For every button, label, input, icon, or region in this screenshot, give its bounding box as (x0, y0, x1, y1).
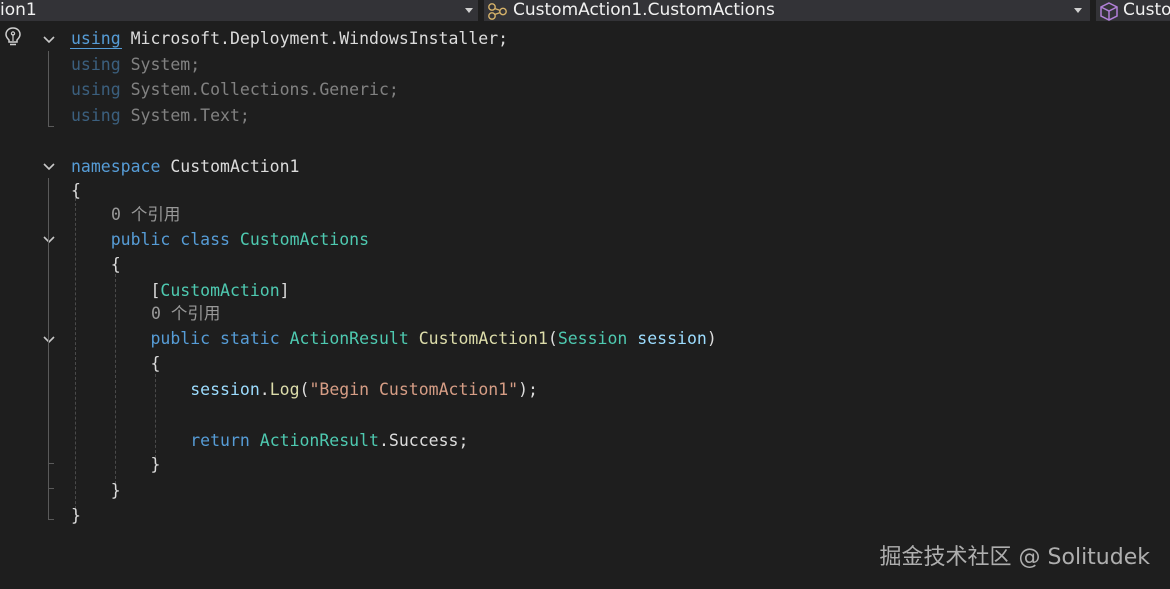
code-line[interactable]: [CustomAction] (71, 280, 290, 302)
watermark: 掘金技术社区 @ Solitudek (879, 545, 1150, 570)
keyword: using (71, 29, 121, 48)
keyword: namespace (71, 157, 161, 176)
outline-guide (48, 126, 54, 127)
return-type: ActionResult (289, 329, 409, 348)
parameter-name: session (637, 329, 707, 348)
variable: session (190, 380, 260, 399)
attribute-name: CustomAction (160, 281, 280, 300)
chevron-down-icon[interactable] (465, 8, 473, 13)
chevron-down-icon[interactable] (1074, 8, 1082, 13)
method-call: Log (269, 380, 300, 399)
code-line[interactable]: } (71, 505, 81, 527)
code-line[interactable]: } (71, 454, 160, 476)
outline-guide (48, 51, 49, 126)
code-line[interactable]: { (71, 254, 121, 276)
namespace-name: System.Collections.Generic; (130, 80, 399, 99)
dot: . (259, 380, 270, 399)
keyword: static (220, 329, 280, 348)
brace: { (150, 354, 161, 373)
code-line[interactable]: { (71, 180, 81, 202)
type-name: ActionResult (259, 431, 379, 450)
outline-guide (48, 350, 49, 463)
code-line[interactable]: using System; (71, 54, 200, 76)
member-access: .Success; (378, 431, 469, 450)
namespace-name: System; (130, 55, 201, 74)
type-combo-label: CustomAction1.CustomActions (513, 0, 775, 20)
outline-guide (48, 519, 54, 520)
code-line[interactable]: namespace CustomAction1 (71, 156, 299, 178)
outline-guide (48, 463, 54, 464)
namespace-name: Microsoft.Deployment.WindowsInstaller; (130, 29, 509, 48)
string-literal: "Begin CustomAction1" (309, 380, 519, 399)
bracket: [ (150, 281, 161, 300)
brace: } (110, 481, 121, 500)
project-combo[interactable]: ion1 (0, 0, 478, 21)
brace: { (71, 181, 81, 200)
navigation-bar: ion1 CustomAction1.CustomActions Custo (0, 0, 1170, 22)
keyword: return (190, 431, 250, 450)
code-line[interactable]: } (71, 480, 121, 502)
keyword: public (150, 329, 211, 348)
codelens-references[interactable]: 0 个引用 (111, 205, 180, 225)
code-line[interactable]: public class CustomActions (71, 229, 369, 251)
bracket: ] (279, 281, 290, 300)
code-editor[interactable]: using Microsoft.Deployment.WindowsInstal… (0, 24, 1170, 589)
keyword: public (110, 230, 171, 249)
code-line[interactable]: session.Log("Begin CustomAction1"); (71, 379, 538, 401)
code-line[interactable]: using System.Collections.Generic; (71, 79, 399, 101)
parameter-type: Session (557, 329, 628, 348)
outline-guide (48, 488, 54, 489)
chevron-down-icon[interactable] (41, 159, 57, 175)
method-name: CustomAction1 (418, 329, 548, 348)
codelens-references[interactable]: 0 个引用 (151, 304, 220, 324)
code-line[interactable]: public static ActionResult CustomAction1… (71, 328, 717, 350)
member-cube-icon (1100, 2, 1118, 21)
brace: { (110, 255, 121, 274)
class-name: CustomActions (239, 230, 370, 249)
code-line[interactable]: return ActionResult.Success; (71, 430, 468, 452)
paren: ) (706, 329, 717, 348)
member-combo-label: Custo (1123, 0, 1170, 20)
code-line[interactable]: using System.Text; (71, 105, 250, 127)
visual-studio-editor-window: ion1 CustomAction1.CustomActions Custo u… (0, 0, 1170, 589)
keyword: class (180, 230, 230, 249)
keyword: using (71, 80, 121, 99)
keyword: using (71, 55, 121, 74)
namespace-name: System.Text; (130, 106, 250, 125)
code-line[interactable]: using Microsoft.Deployment.WindowsInstal… (71, 28, 508, 50)
chevron-down-icon[interactable] (41, 232, 57, 248)
brace: } (71, 506, 81, 525)
paren: ( (547, 329, 558, 348)
namespace-identifier: CustomAction1 (170, 157, 300, 176)
chevron-down-icon[interactable] (41, 332, 57, 348)
member-combo[interactable]: Custo (1096, 0, 1170, 21)
paren: ( (299, 380, 310, 399)
chevron-down-icon[interactable] (41, 32, 57, 48)
lightbulb-icon[interactable] (3, 26, 23, 48)
paren: ); (518, 380, 538, 399)
type-combo[interactable]: CustomAction1.CustomActions (484, 0, 1090, 21)
project-combo-label: ion1 (0, 0, 37, 20)
code-line[interactable]: { (71, 353, 160, 375)
class-type-icon (488, 3, 507, 20)
keyword: using (71, 106, 121, 125)
brace: } (150, 455, 161, 474)
